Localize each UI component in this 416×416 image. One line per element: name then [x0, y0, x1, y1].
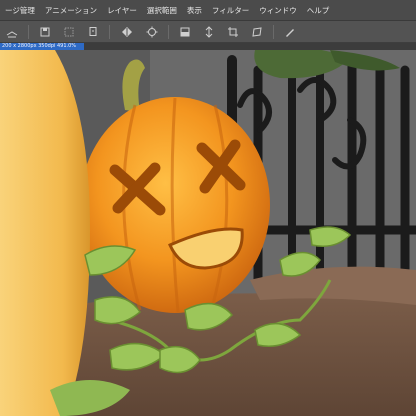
menu-page-management[interactable]: ージ管理	[0, 5, 40, 16]
artwork	[0, 50, 416, 416]
menu-help[interactable]: ヘルプ	[302, 5, 335, 16]
foreground-pumpkin	[0, 50, 90, 416]
flip-vertical-icon[interactable]	[200, 23, 218, 41]
layer-copy-icon[interactable]	[84, 23, 102, 41]
command-bar	[0, 21, 416, 43]
menu-bar: ージ管理 アニメーション レイヤー 選択範囲 表示 フィルター ウィンドウ ヘル…	[0, 0, 416, 21]
app-window: ージ管理 アニメーション レイヤー 選択範囲 表示 フィルター ウィンドウ ヘル…	[0, 0, 416, 416]
document-tab[interactable]: 200 x 2800px 350dpi 491.0%	[0, 43, 84, 50]
color-swap-icon[interactable]	[176, 23, 194, 41]
menu-window[interactable]: ウィンドウ	[254, 5, 302, 16]
toolbar-divider	[109, 24, 110, 39]
crop-icon[interactable]	[224, 23, 242, 41]
pen-icon[interactable]	[281, 23, 299, 41]
toolbar-divider	[168, 24, 169, 39]
toolbar-divider	[273, 24, 274, 39]
menu-selection[interactable]: 選択範囲	[142, 5, 182, 16]
menu-layer[interactable]: レイヤー	[102, 5, 142, 16]
menu-filter[interactable]: フィルター	[207, 5, 254, 16]
menu-animation[interactable]: アニメーション	[40, 5, 102, 16]
save-icon[interactable]	[36, 23, 54, 41]
flip-horizontal-icon[interactable]	[116, 24, 138, 40]
undo-history-icon[interactable]	[60, 23, 78, 41]
toolbar-divider	[28, 24, 29, 39]
rotate-icon[interactable]	[143, 23, 161, 41]
menu-view[interactable]: 表示	[182, 5, 207, 16]
transform-icon[interactable]	[248, 23, 266, 41]
drawing-canvas[interactable]	[0, 50, 416, 416]
layer-icon[interactable]	[3, 23, 21, 41]
